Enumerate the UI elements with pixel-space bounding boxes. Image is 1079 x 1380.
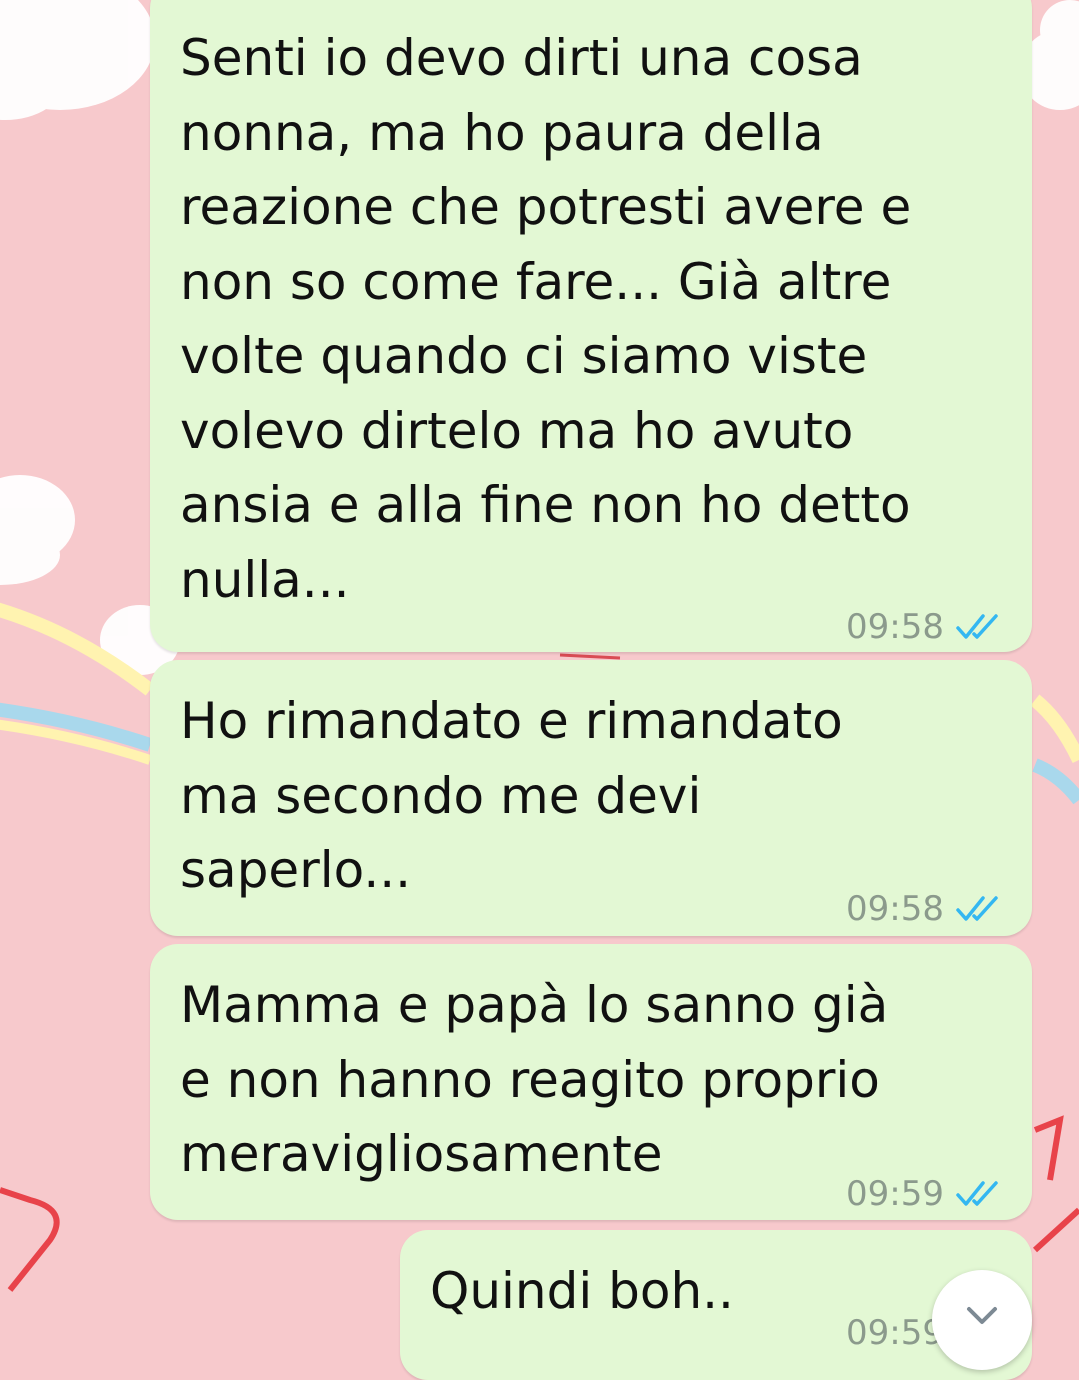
double-check-icon (956, 1181, 998, 1206)
message-bubble[interactable]: Senti io devo dirti una cosa nonna, ma h… (150, 0, 1032, 652)
message-text: Senti io devo dirti una cosa nonna, ma h… (180, 29, 912, 609)
message-time: 09:59 (846, 1174, 944, 1214)
message-time: 09:58 (846, 607, 944, 647)
message-text: Ho rimandato e rimandato ma secondo me d… (180, 692, 843, 899)
message-meta: 09:59 (846, 1157, 1002, 1232)
message-time: 09:58 (846, 889, 944, 929)
message-time: 09:59 (846, 1313, 944, 1353)
message-text: Quindi boh.. (430, 1262, 734, 1320)
double-check-icon (956, 896, 998, 921)
message-text: Mamma e papà lo sanno già e non hanno re… (180, 976, 889, 1183)
message-bubble[interactable]: Mamma e papà lo sanno già e non hanno re… (150, 944, 1032, 1220)
chevron-down-icon (967, 1307, 997, 1324)
scroll-to-bottom-button[interactable] (932, 1270, 1032, 1370)
message-bubble[interactable]: Ho rimandato e rimandato ma secondo me d… (150, 660, 1032, 936)
double-check-icon (956, 614, 998, 639)
message-meta: 09:58 (846, 872, 1002, 947)
message-meta: 09:58 (846, 590, 1002, 665)
